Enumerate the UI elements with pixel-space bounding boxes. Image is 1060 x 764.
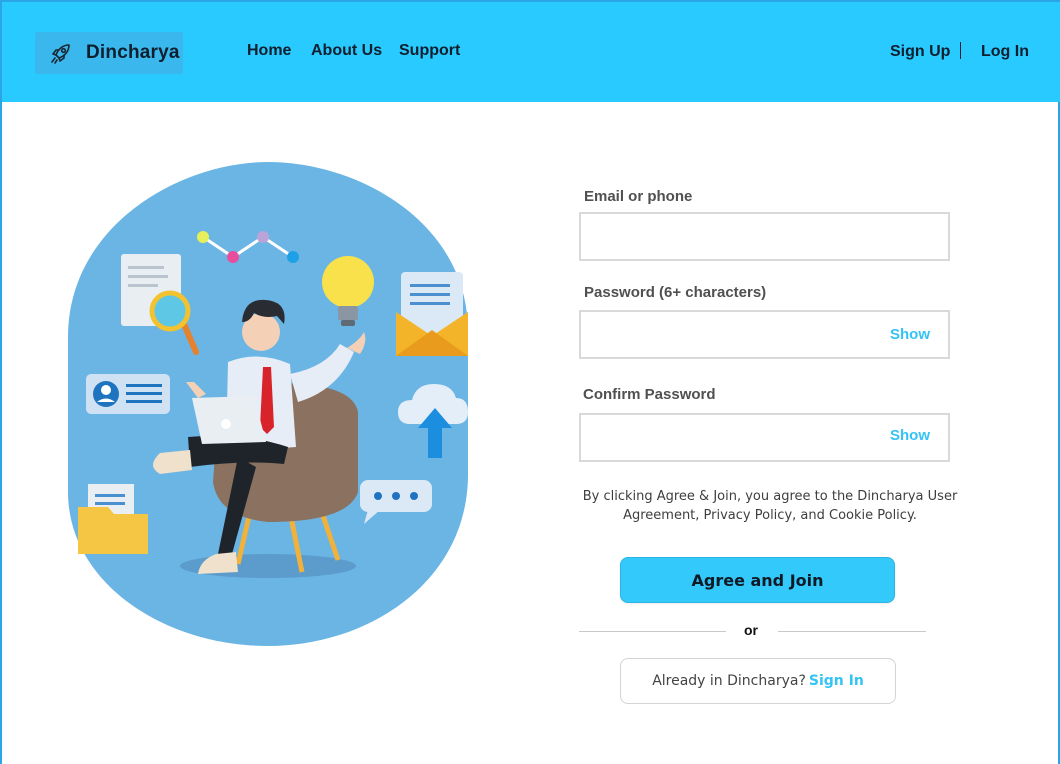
nav-about-link[interactable]: About Us: [311, 42, 382, 60]
sign-in-link[interactable]: Sign In: [809, 673, 864, 689]
already-member-box: Already in Dincharya? Sign In: [620, 658, 896, 704]
divider-left: [579, 631, 726, 632]
agree-and-join-button[interactable]: Agree and Join: [620, 557, 895, 603]
password-label: Password (6+ characters): [584, 284, 767, 301]
or-divider-label: or: [744, 622, 758, 638]
nav-support-link[interactable]: Support: [399, 42, 460, 60]
rocket-icon: [51, 44, 70, 64]
signup-illustration: [68, 162, 468, 646]
signup-link[interactable]: Sign Up: [890, 43, 950, 61]
nav-home-link[interactable]: Home: [247, 42, 291, 60]
profile-card-icon: [86, 374, 170, 414]
terms-text: By clicking Agree & Join, you agree to t…: [582, 489, 958, 523]
brand-name: Dincharya: [86, 42, 180, 63]
email-field-box[interactable]: [579, 212, 950, 261]
confirm-password-label: Confirm Password: [583, 386, 716, 403]
already-member-text: Already in Dincharya?: [652, 673, 806, 689]
email-input[interactable]: [581, 214, 948, 259]
brand-logo[interactable]: Dincharya: [35, 32, 183, 74]
email-label: Email or phone: [584, 188, 693, 205]
login-link[interactable]: Log In: [981, 43, 1029, 61]
envelope-icon: [396, 272, 468, 356]
password-field-box[interactable]: Show: [579, 310, 950, 359]
top-header: Dincharya Home About Us Support Sign Up …: [2, 2, 1060, 102]
divider-right: [778, 631, 926, 632]
auth-divider: [960, 42, 961, 59]
show-confirm-password-toggle[interactable]: Show: [890, 427, 930, 444]
confirm-password-field-box[interactable]: Show: [579, 413, 950, 462]
show-password-toggle[interactable]: Show: [890, 326, 930, 343]
